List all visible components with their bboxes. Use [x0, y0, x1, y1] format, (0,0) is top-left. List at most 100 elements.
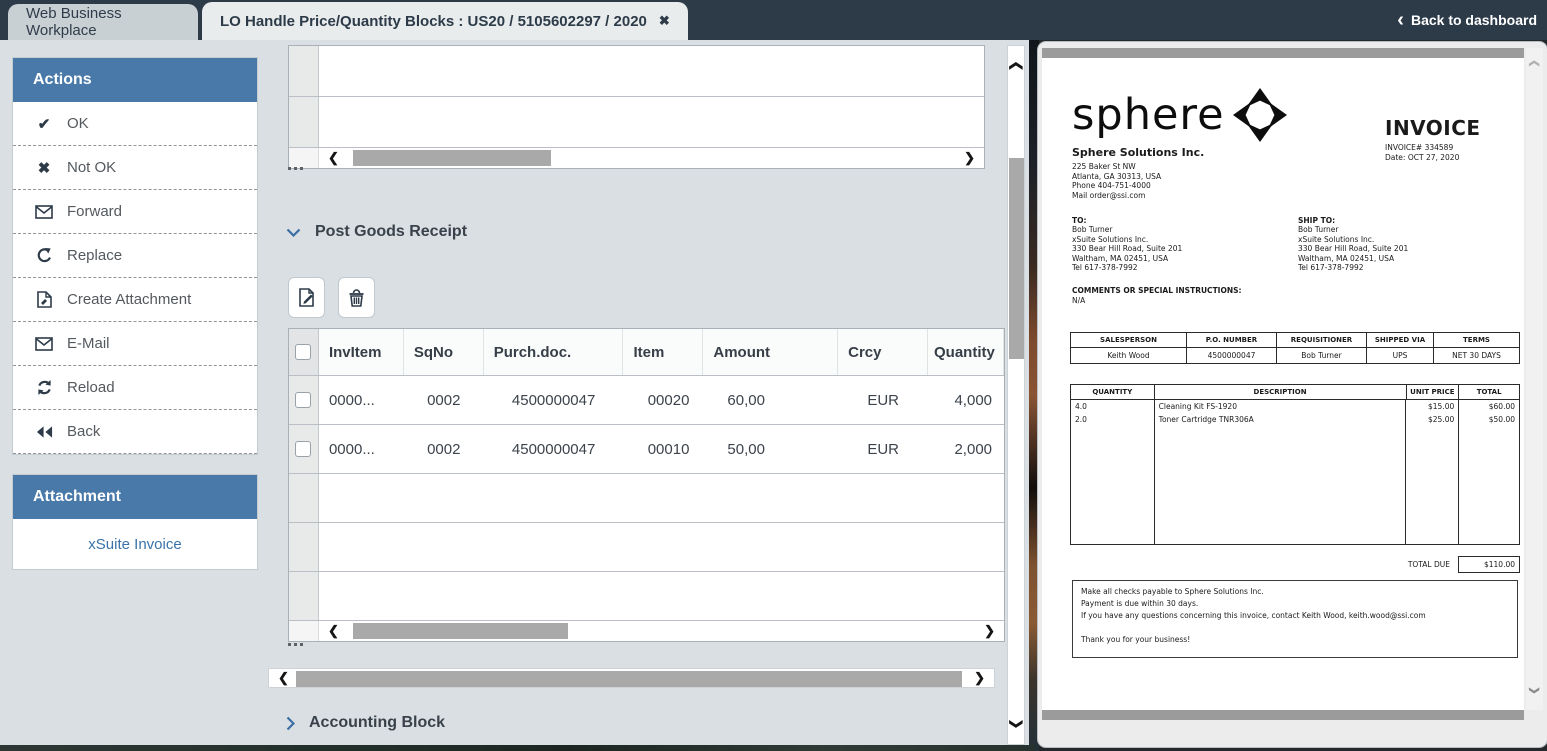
ship-to-line: Waltham, MA 02451, USA [1298, 254, 1524, 264]
scroll-left-icon[interactable]: ❮ [319, 148, 348, 168]
trash-icon [348, 289, 365, 307]
cell-quantity: 2,000 [928, 425, 1004, 473]
info-header: SHIPPED VIA [1367, 333, 1434, 348]
top-bar: Web Business Workplace LO Handle Price/Q… [0, 0, 1547, 40]
scrollbar-thumb[interactable] [353, 623, 568, 639]
column-header[interactable]: InvItem [319, 329, 404, 375]
row-checkbox[interactable] [295, 392, 311, 408]
scrollbar-stub [289, 621, 319, 641]
section-title: Post Goods Receipt [315, 223, 467, 241]
table-row-empty [289, 572, 1004, 621]
to-line: 330 Bear Hill Road, Suite 201 [1072, 244, 1298, 254]
scroll-right-icon[interactable]: ❯ [955, 148, 984, 168]
bill-to-block: TO: Bob Turner xSuite Solutions Inc. 330… [1072, 216, 1298, 273]
pgr-toolbar [288, 277, 375, 318]
scroll-left-icon[interactable]: ❮ [269, 668, 298, 688]
scroll-left-icon[interactable]: ❮ [319, 621, 348, 641]
cell-invitem: 0000... [319, 425, 404, 473]
sphere-logo-text: sphere [1072, 90, 1225, 140]
edit-document-button[interactable] [288, 277, 325, 318]
scroll-up-icon[interactable]: ❮ [1526, 58, 1543, 69]
outer-horizontal-scrollbar[interactable]: ❮ ❯ [268, 668, 995, 688]
total-due-label: TOTAL DUE [1070, 560, 1458, 569]
comments-block: COMMENTS OR SPECIAL INSTRUCTIONS: N/A [1072, 286, 1242, 306]
line-item-row: 4.0 Cleaning Kit FS-1920 $15.00 $60.00 [1071, 400, 1519, 413]
top-partial-table: ❮ ❯ [288, 45, 985, 169]
resize-handle[interactable] [288, 167, 303, 170]
cell-purchdoc: 4500000047 [484, 376, 624, 424]
table-row: 0000... 0002 4500000047 00010 50,00 EUR … [289, 425, 1004, 474]
cell-crcy: EUR [838, 425, 928, 473]
tab-lo-handle-blocks[interactable]: LO Handle Price/Quantity Blocks : US20 /… [202, 2, 688, 40]
chevron-down-icon [286, 228, 301, 237]
item-unit-price: $25.00 [1406, 413, 1459, 426]
info-header: SALESPERSON [1071, 333, 1187, 348]
scroll-down-icon[interactable]: ❯ [1008, 716, 1024, 732]
close-icon[interactable]: ✖ [659, 13, 670, 29]
row-checkbox[interactable] [295, 441, 311, 457]
ship-to-block: SHIP TO: Bob Turner xSuite Solutions Inc… [1298, 216, 1524, 273]
viewer-vertical-scrollbar[interactable]: ❮ ❯ [1526, 48, 1543, 710]
resize-handle[interactable] [288, 643, 303, 646]
cell-item: 00020 [624, 376, 704, 424]
horizontal-scrollbar[interactable]: ❮ ❯ [289, 148, 984, 168]
items-header: TOTAL [1459, 385, 1519, 400]
row-selector-cell[interactable] [289, 97, 319, 147]
table-row: 0000... 0002 4500000047 00020 60,00 EUR … [289, 376, 1004, 425]
column-header[interactable]: Quantity [928, 329, 1004, 375]
to-line: xSuite Solutions Inc. [1072, 235, 1298, 245]
chevron-left-icon: ‹ [1397, 13, 1404, 27]
table-row-empty [289, 474, 1004, 523]
tab-web-business-workplace[interactable]: Web Business Workplace [8, 4, 198, 40]
column-header[interactable]: SqNo [404, 329, 484, 375]
screen: Web Business Workplace LO Handle Price/Q… [0, 0, 1547, 751]
back-to-dashboard-link[interactable]: ‹ Back to dashboard [1397, 0, 1537, 40]
info-header: REQUISITIONER [1277, 333, 1367, 348]
column-header[interactable]: Crcy [838, 329, 928, 375]
cell-quantity: 4,000 [928, 376, 1004, 424]
row-selector-cell[interactable] [289, 46, 319, 96]
scroll-right-icon[interactable]: ❯ [975, 621, 1004, 641]
line-item-row: 2.0 Toner Cartridge TNR306A $25.00 $50.0… [1071, 413, 1519, 426]
scroll-down-icon[interactable]: ❯ [1526, 685, 1543, 696]
company-block: Sphere Solutions Inc. 225 Baker St NW At… [1072, 146, 1204, 200]
select-all-checkbox[interactable] [295, 344, 311, 360]
invoice-viewer-window: sphere INVOICE INVOICE# 334589 [1038, 42, 1547, 747]
cell-amount: 50,00 [703, 425, 838, 473]
column-header[interactable]: Amount [703, 329, 838, 375]
info-value: 4500000047 [1187, 348, 1277, 363]
invoice-document: sphere INVOICE INVOICE# 334589 [1042, 64, 1524, 710]
footer-line: If you have any questions concerning thi… [1081, 610, 1509, 622]
comments-value: N/A [1072, 296, 1242, 306]
info-header: P.O. NUMBER [1187, 333, 1277, 348]
scrollbar-thumb[interactable] [353, 150, 551, 166]
total-due-value: $110.00 [1458, 556, 1520, 573]
column-header[interactable]: Item [623, 329, 703, 375]
item-total: $50.00 [1459, 413, 1519, 426]
section-post-goods-receipt[interactable]: Post Goods Receipt [286, 223, 467, 241]
section-accounting-block[interactable]: Accounting Block [286, 714, 445, 732]
column-header[interactable]: Purch.doc. [484, 329, 624, 375]
vertical-scrollbar[interactable]: ❮ ❯ [1007, 45, 1025, 745]
cell-purchdoc: 4500000047 [484, 425, 624, 473]
tab-label: LO Handle Price/Quantity Blocks : US20 /… [220, 13, 647, 30]
items-header: UNIT PRICE [1407, 385, 1460, 400]
delete-button[interactable] [338, 277, 375, 318]
scroll-right-icon[interactable]: ❯ [965, 668, 994, 688]
info-header: TERMS [1434, 333, 1519, 348]
scrollbar-thumb[interactable] [296, 671, 962, 687]
comments-title: COMMENTS OR SPECIAL INSTRUCTIONS: [1072, 286, 1242, 295]
viewer-bottom-scrollbar[interactable] [1042, 710, 1524, 720]
horizontal-scrollbar[interactable]: ❮ ❯ [289, 621, 1004, 641]
scrollbar-thumb[interactable] [1009, 158, 1024, 359]
company-name: Sphere Solutions Inc. [1072, 146, 1204, 159]
to-line: Bob Turner [1072, 225, 1298, 235]
cell-sqno: 0002 [404, 425, 484, 473]
empty-cell [319, 97, 984, 147]
scroll-up-icon[interactable]: ❮ [1008, 58, 1024, 74]
ship-to-line: xSuite Solutions Inc. [1298, 235, 1524, 245]
viewer-top-scrollbar[interactable] [1042, 48, 1524, 58]
cell-crcy: EUR [838, 376, 928, 424]
item-qty: 2.0 [1071, 413, 1155, 426]
main-content: ❮ ❯ Post Goods Receipt [0, 40, 1029, 745]
